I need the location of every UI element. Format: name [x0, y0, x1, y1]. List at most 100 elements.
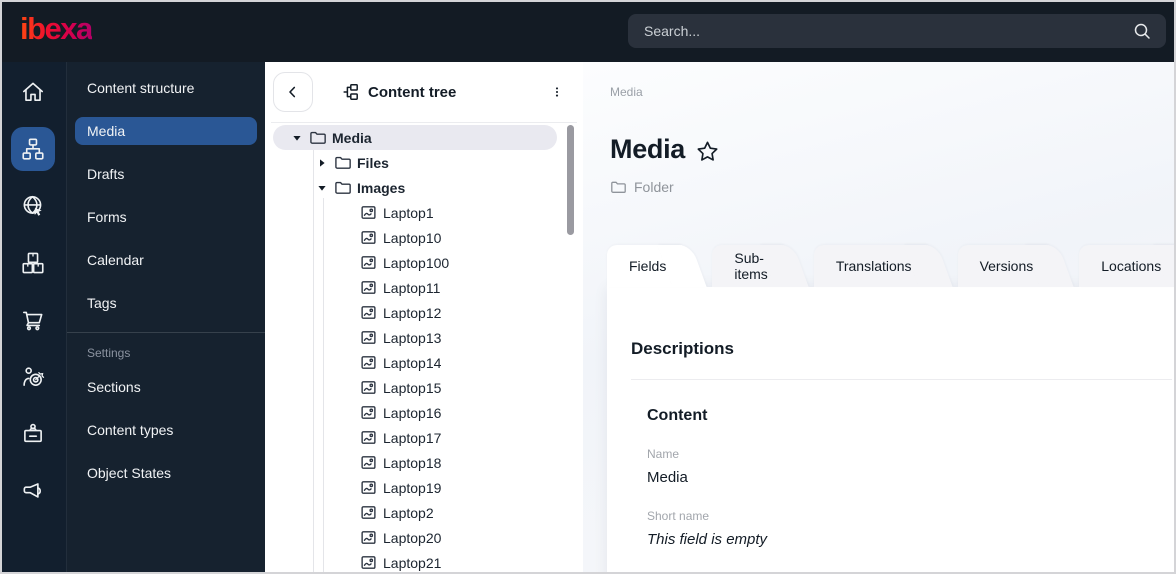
rail-item-site[interactable]: [11, 184, 55, 228]
image-icon: [360, 279, 377, 296]
search-icon[interactable]: [1132, 21, 1152, 41]
tree-node-label: Laptop14: [383, 354, 442, 371]
tree-node-label: Laptop15: [383, 379, 442, 396]
tree-node-laptop14[interactable]: Laptop14: [265, 350, 583, 375]
image-icon: [360, 529, 377, 546]
rail-item-products[interactable]: [11, 241, 55, 285]
tab-label: Translations: [835, 258, 912, 274]
tree-node-label: Laptop18: [383, 454, 442, 471]
tab-sub-items[interactable]: Sub-items: [712, 245, 784, 287]
content-tree-icon: [341, 83, 359, 101]
home-icon: [20, 79, 46, 105]
image-icon: [360, 429, 377, 446]
menu-item-tags[interactable]: Tags: [75, 289, 257, 317]
caret-right-icon[interactable]: [314, 158, 330, 168]
tree-node-laptop100[interactable]: Laptop100: [265, 250, 583, 275]
tree-node-laptop17[interactable]: Laptop17: [265, 425, 583, 450]
menu-item-sections[interactable]: Sections: [75, 373, 257, 401]
section-divider: [631, 379, 1172, 380]
tree-node-label: Laptop13: [383, 329, 442, 346]
rail-item-content-structure[interactable]: [11, 127, 55, 171]
image-icon: [360, 454, 377, 471]
breadcrumb[interactable]: Media: [610, 85, 643, 99]
menu-main-group: Content structure Media Drafts Forms Calenda…: [67, 74, 265, 317]
tab-versions[interactable]: Versions: [957, 245, 1050, 287]
menu-section-label: Settings: [87, 346, 131, 360]
image-icon: [360, 379, 377, 396]
folder-icon: [309, 129, 326, 146]
tree-node-laptop13[interactable]: Laptop13: [265, 325, 583, 350]
personalization-icon: [20, 364, 46, 390]
image-icon: [360, 504, 377, 521]
content-type-row: Folder: [610, 179, 674, 195]
menu-item-content-types[interactable]: Content types: [75, 416, 257, 444]
image-icon: [360, 304, 377, 321]
tree-node-laptop10[interactable]: Laptop10: [265, 225, 583, 250]
field-group: Content Name Media Short name This field is…: [631, 406, 1172, 549]
collapse-tree-button[interactable]: [273, 72, 313, 112]
tab-locations[interactable]: Locations: [1079, 245, 1176, 287]
tree-node-laptop2[interactable]: Laptop2: [265, 500, 583, 525]
tree-node-media[interactable]: Media: [265, 125, 583, 150]
topbar: ibexa: [0, 0, 1176, 62]
tree-node-laptop18[interactable]: Laptop18: [265, 450, 583, 475]
tree-node-laptop11[interactable]: Laptop11: [265, 275, 583, 300]
menu-item-content-structure[interactable]: Content structure: [75, 74, 257, 102]
tree-node-label: Media: [332, 129, 372, 146]
tree-node-laptop19[interactable]: Laptop19: [265, 475, 583, 500]
global-search: [628, 14, 1166, 48]
tree-scrollbar-thumb[interactable]: [567, 125, 574, 235]
tree-node-label: Files: [357, 154, 389, 171]
rail-item-personalization[interactable]: [11, 355, 55, 399]
tab-bar: Fields Sub-items Translations Versions Locat…: [607, 245, 1176, 287]
tree-node-laptop21[interactable]: Laptop21: [265, 550, 583, 574]
tab-label: Locations: [1101, 258, 1162, 274]
tree-node-laptop15[interactable]: Laptop15: [265, 375, 583, 400]
tree-node-label: Laptop19: [383, 479, 442, 496]
title-row: Media: [610, 134, 720, 165]
tree-node-label: Laptop100: [383, 254, 450, 271]
content-tree-panel: Content tree Media Files Images Laptop1 Lapt…: [265, 62, 583, 574]
search-input[interactable]: [628, 23, 1132, 39]
tab-translations[interactable]: Translations: [813, 245, 928, 287]
site-icon: [20, 193, 46, 219]
tree-node-label: Laptop1: [383, 204, 434, 221]
rail-item-commerce[interactable]: [11, 298, 55, 342]
menu-item-calendar[interactable]: Calendar: [75, 246, 257, 274]
section-title: Descriptions: [631, 339, 734, 358]
tree-options-kebab-icon[interactable]: [545, 80, 569, 104]
tree-node-label: Laptop2: [383, 504, 434, 521]
tab-fields[interactable]: Fields: [607, 245, 683, 287]
tab-label: Versions: [979, 258, 1034, 274]
tab-label: Fields: [629, 258, 667, 274]
field-label: Short name: [647, 509, 710, 523]
tree-node-images[interactable]: Images: [265, 175, 583, 200]
menu-item-object-states[interactable]: Object States: [75, 459, 257, 487]
image-icon: [360, 229, 377, 246]
image-icon: [360, 204, 377, 221]
menu-item-forms[interactable]: Forms: [75, 203, 257, 231]
fields-card: Descriptions Content Name Media Short name…: [607, 287, 1176, 574]
tree-node-files[interactable]: Files: [265, 150, 583, 175]
tree-node-label: Laptop12: [383, 304, 442, 321]
tree-node-label: Images: [357, 179, 406, 196]
page-title: Media: [610, 134, 686, 164]
caret-down-icon[interactable]: [314, 183, 330, 193]
tree-node-laptop12[interactable]: Laptop12: [265, 300, 583, 325]
image-icon: [360, 404, 377, 421]
tree-node-label: Laptop16: [383, 404, 442, 421]
menu-item-media[interactable]: Media: [75, 117, 257, 145]
ibexa-admin-screen: ibexa Content structureMediaDraftsFormsC…: [0, 0, 1176, 574]
content-tree-list: Media Files Images Laptop1 Laptop10 Laptop100…: [265, 123, 583, 574]
tree-node-laptop16[interactable]: Laptop16: [265, 400, 583, 425]
tree-node-laptop1[interactable]: Laptop1: [265, 200, 583, 225]
rail-item-home[interactable]: [11, 70, 55, 114]
tree-node-label: Laptop11: [383, 279, 441, 296]
tab-label: Sub-items: [734, 250, 768, 282]
menu-item-drafts[interactable]: Drafts: [75, 160, 257, 188]
rail-item-admin-badge[interactable]: [11, 412, 55, 456]
rail-item-announcements[interactable]: [11, 469, 55, 513]
tree-node-laptop20[interactable]: Laptop20: [265, 525, 583, 550]
favorite-star-icon[interactable]: [695, 139, 720, 164]
caret-down-icon[interactable]: [289, 133, 305, 143]
